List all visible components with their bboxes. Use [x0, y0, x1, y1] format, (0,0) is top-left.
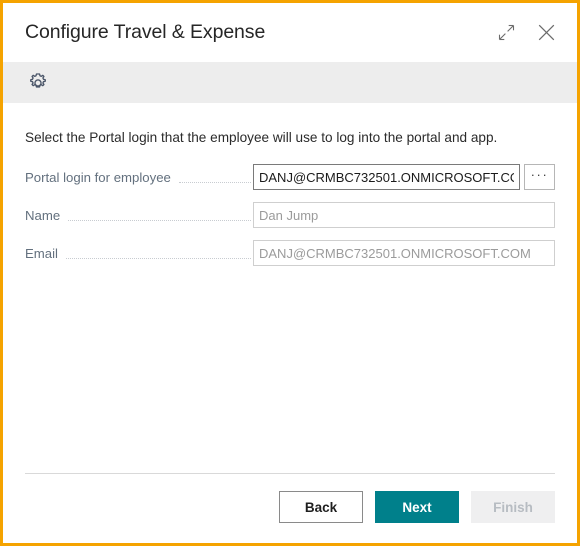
field-wrap-email: [253, 240, 555, 267]
field-label-email: Email: [25, 245, 58, 261]
back-button[interactable]: Back: [279, 491, 363, 523]
finish-button: Finish: [471, 491, 555, 523]
name-input[interactable]: [253, 202, 555, 229]
gear-icon: [25, 70, 51, 96]
field-label-name: Name: [25, 207, 61, 223]
expand-diagonal-icon[interactable]: [493, 20, 519, 46]
dialog-title: Configure Travel & Expense: [25, 21, 266, 43]
email-input[interactable]: [253, 240, 555, 267]
intro-text: Select the Portal login that the employe…: [25, 130, 498, 145]
configure-travel-expense-dialog: Configure Travel & Expense Select the Po…: [0, 0, 580, 546]
wizard-button-row: Back Next Finish: [25, 491, 555, 523]
dot-leader: [65, 245, 251, 260]
form-row-name: Name: [25, 202, 555, 229]
titlebar-actions: [493, 20, 559, 46]
footer-divider: [25, 473, 555, 474]
field-wrap-name: [253, 202, 555, 229]
dot-leader: [178, 169, 251, 184]
field-wrap-portal-login: ···: [253, 164, 555, 191]
portal-login-form: Portal login for employee ··· Name Email: [25, 164, 555, 267]
dialog-icon-band: [3, 62, 577, 103]
portal-login-lookup-button[interactable]: ···: [524, 164, 555, 191]
form-row-portal-login: Portal login for employee ···: [25, 164, 555, 191]
close-icon[interactable]: [533, 20, 559, 46]
dialog-content: Select the Portal login that the employe…: [3, 103, 577, 473]
field-label-portal-login: Portal login for employee: [25, 169, 171, 185]
form-row-email: Email: [25, 240, 555, 267]
dot-leader: [68, 207, 251, 222]
portal-login-input[interactable]: [253, 164, 520, 191]
next-button[interactable]: Next: [375, 491, 459, 523]
dialog-titlebar: Configure Travel & Expense: [3, 3, 577, 62]
dialog-footer: Back Next Finish: [3, 473, 577, 543]
